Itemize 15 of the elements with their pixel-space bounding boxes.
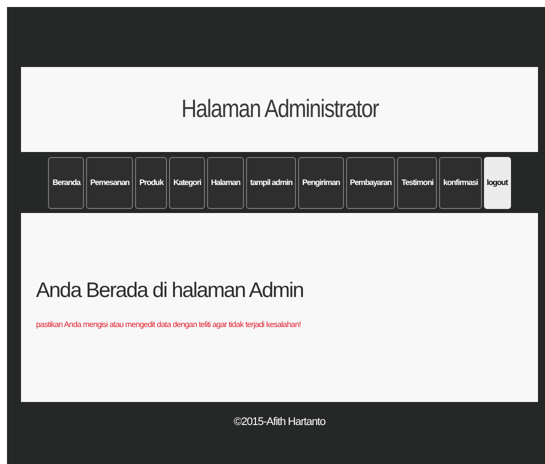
nav-button[interactable]: konfirmasi (439, 156, 482, 208)
nav-button[interactable]: Pengiriman (298, 156, 344, 208)
nav-button[interactable]: Produk (135, 156, 168, 208)
nav-button[interactable]: Halaman (206, 156, 244, 208)
nav-button[interactable]: Beranda (48, 156, 84, 208)
nav-button[interactable]: tampil admin (246, 156, 296, 208)
notice-text: pastikan Anda mengisi atau mengedit data dengan teliti agar tidak terjadi kesalahan! (36, 318, 302, 330)
nav-button[interactable]: Pemesanan (86, 156, 134, 208)
welcome-heading: Anda Berada di halaman Admin (36, 278, 304, 304)
nav-button[interactable]: Pembayaran (346, 156, 396, 208)
copyright-text: ©2015-Afith Hartanto (234, 415, 326, 430)
nav-button[interactable]: Testimoni (397, 156, 438, 208)
nav-button[interactable]: Kategori (169, 156, 205, 208)
nav-button[interactable]: logout (484, 156, 511, 208)
page-title: Halaman Administrator (180, 94, 378, 125)
